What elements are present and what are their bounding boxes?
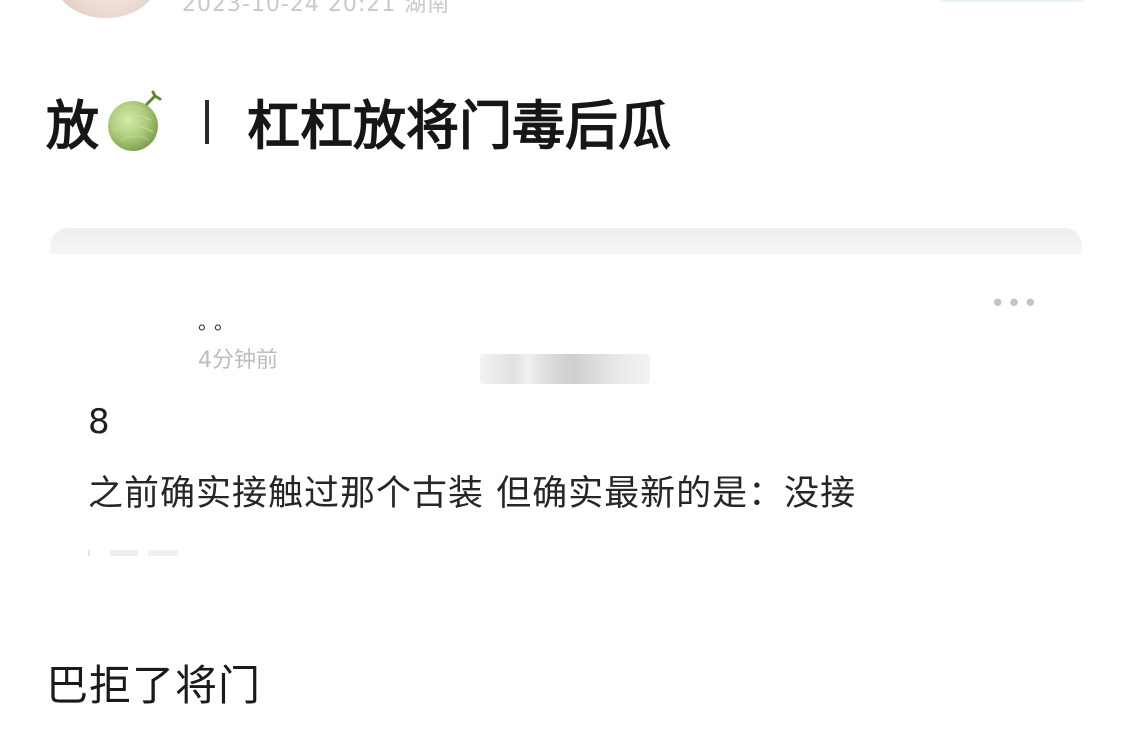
title-separator	[205, 100, 209, 144]
follow-button[interactable]	[938, 0, 1086, 2]
avatar[interactable]	[56, 0, 156, 18]
embed-number: 8	[88, 402, 110, 442]
embed-top-strip	[50, 228, 1082, 254]
post-body: 巴拒了将门	[46, 661, 262, 710]
post-header: 2023-10-24 20:21 湖南	[0, 0, 1130, 20]
embed-username: 。。	[198, 310, 240, 334]
faint-text-remnant	[88, 550, 178, 556]
title-prefix: 放	[46, 96, 99, 157]
blurred-region	[480, 354, 650, 384]
embed-message: 之前确实接触过那个古装 但确实最新的是：没接	[88, 474, 857, 514]
post-title: 放 杠杠放将门毒后瓜	[46, 84, 671, 160]
embedded-screenshot: 。。 4分钟前 ••• 8 之前确实接触过那个古装 但确实最新的是：没接	[50, 228, 1082, 573]
embed-timestamp: 4分钟前	[198, 348, 278, 373]
more-icon[interactable]: •••	[990, 291, 1039, 317]
melon-icon	[103, 90, 167, 154]
title-main: 杠杠放将门毒后瓜	[247, 96, 671, 157]
post-meta: 2023-10-24 20:21 湖南	[182, 0, 451, 17]
